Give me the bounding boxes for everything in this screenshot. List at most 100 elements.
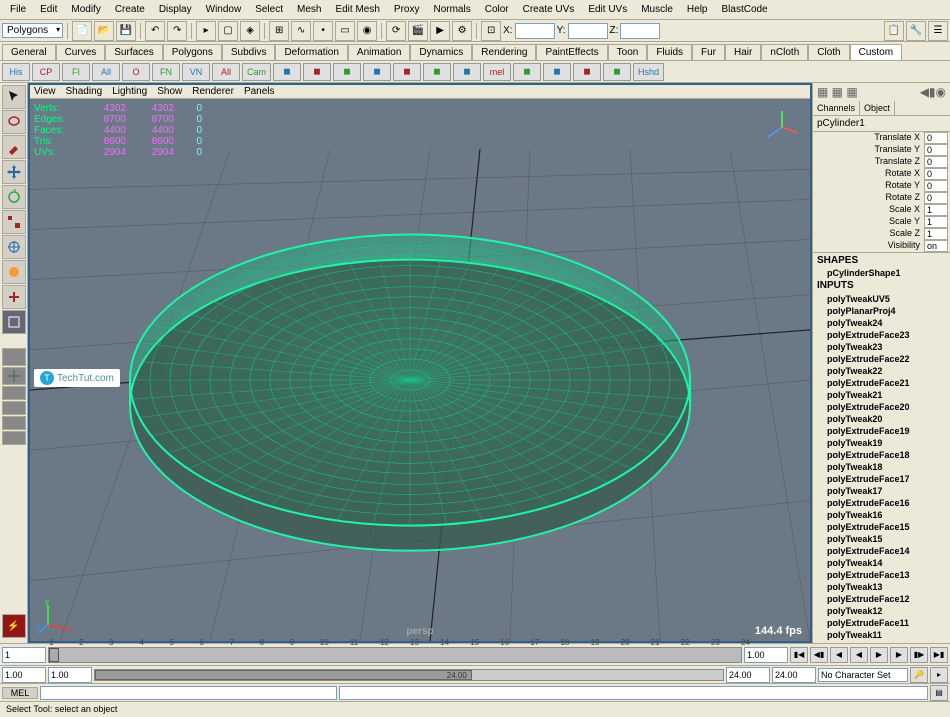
shelf-button-5[interactable]: FN — [152, 63, 180, 81]
menu-muscle[interactable]: Muscle — [635, 2, 679, 17]
attr-scale-y[interactable]: Scale Y1 — [813, 216, 950, 228]
shelf-button-13[interactable]: ◼ — [393, 63, 421, 81]
shelf-tab-surfaces[interactable]: Surfaces — [105, 44, 162, 60]
coord-x-input[interactable] — [515, 23, 555, 39]
shelf-button-7[interactable]: All — [212, 63, 240, 81]
shelf-button-0[interactable]: His — [2, 63, 30, 81]
menu-select[interactable]: Select — [249, 2, 289, 17]
attr-translate-x[interactable]: Translate X0 — [813, 132, 950, 144]
input-node[interactable]: polyExtrudeFace17 — [827, 473, 950, 485]
channels-tab[interactable]: Channels — [813, 101, 860, 115]
shelf-tab-fluids[interactable]: Fluids — [647, 44, 692, 60]
tool-settings-toggle[interactable]: 🔧 — [906, 21, 926, 41]
vp-menu-show[interactable]: Show — [157, 86, 182, 97]
shelf-button-8[interactable]: Cam — [242, 63, 271, 81]
range-thumb[interactable]: 24.00 — [95, 670, 472, 680]
history-button[interactable]: ⟳ — [386, 21, 406, 41]
shelf-button-21[interactable]: Hshd — [633, 63, 664, 81]
menu-normals[interactable]: Normals — [427, 2, 476, 17]
shelf-button-10[interactable]: ◼ — [303, 63, 331, 81]
snap-live-button[interactable]: ◉ — [357, 21, 377, 41]
shelf-button-4[interactable]: O — [122, 63, 150, 81]
shelf-tab-ncloth[interactable]: nCloth — [761, 44, 808, 60]
last-tool[interactable] — [2, 310, 26, 334]
select-object-button[interactable]: ▢ — [218, 21, 238, 41]
character-set-dropdown[interactable] — [818, 668, 908, 682]
shelf-button-20[interactable]: ◼ — [603, 63, 631, 81]
input-node[interactable]: polyExtrudeFace21 — [827, 377, 950, 389]
range-start-inner[interactable] — [48, 667, 92, 683]
script-editor-button[interactable]: ▤ — [930, 685, 948, 701]
input-node[interactable]: polyTweak15 — [827, 533, 950, 545]
input-node[interactable]: polyTweak20 — [827, 413, 950, 425]
object-tab[interactable]: Object — [860, 101, 895, 115]
input-node[interactable]: polyExtrudeFace19 — [827, 425, 950, 437]
timeline-track[interactable]: 123456789101112131415161718192021222324 — [48, 647, 742, 663]
shelf-tab-curves[interactable]: Curves — [56, 44, 106, 60]
new-scene-button[interactable]: 📄 — [72, 21, 92, 41]
object-name[interactable]: pCylinder1 — [813, 116, 950, 132]
menu-mesh[interactable]: Mesh — [291, 2, 327, 17]
ipr-button[interactable]: ▶ — [430, 21, 450, 41]
tool-help-button[interactable]: ⚡ — [2, 614, 26, 638]
coord-z-input[interactable] — [620, 23, 660, 39]
move-tool[interactable] — [2, 160, 26, 184]
shelf-tab-painteffects[interactable]: PaintEffects — [536, 44, 607, 60]
input-node[interactable]: polyTweak12 — [827, 605, 950, 617]
command-input[interactable] — [40, 686, 337, 700]
layers-icon[interactable]: ▦ ▦ ▦ — [817, 85, 858, 99]
input-node[interactable]: polyTweak22 — [827, 365, 950, 377]
input-node[interactable]: polyTweak17 — [827, 485, 950, 497]
outline-layout[interactable] — [2, 431, 26, 445]
coord-y-input[interactable] — [568, 23, 608, 39]
input-node[interactable]: polyExtrudeFace22 — [827, 353, 950, 365]
attribute-editor-toggle[interactable]: 📋 — [884, 21, 904, 41]
attr-translate-z[interactable]: Translate Z0 — [813, 156, 950, 168]
attr-rotate-x[interactable]: Rotate X0 — [813, 168, 950, 180]
go-end-button[interactable]: ▶▮ — [930, 647, 948, 663]
step-fwd-button[interactable]: ▮▶ — [910, 647, 928, 663]
input-node[interactable]: polyExtrudeFace10 — [827, 641, 950, 643]
menu-blastcode[interactable]: BlastCode — [715, 2, 773, 17]
rotate-tool[interactable] — [2, 185, 26, 209]
menu-file[interactable]: File — [4, 2, 32, 17]
input-node[interactable]: polyTweakUV5 — [827, 293, 950, 305]
input-node[interactable]: polyTweak13 — [827, 581, 950, 593]
shelf-button-12[interactable]: ◼ — [363, 63, 391, 81]
vp-menu-shading[interactable]: Shading — [66, 86, 103, 97]
editor-icons[interactable]: ◀▮◉ — [920, 85, 946, 99]
shelf-tab-general[interactable]: General — [2, 44, 56, 60]
open-button[interactable]: 📂 — [94, 21, 114, 41]
universal-manip-tool[interactable] — [2, 235, 26, 259]
paint-select-tool[interactable] — [2, 135, 26, 159]
input-node[interactable]: polyTweak18 — [827, 461, 950, 473]
show-manip-tool[interactable] — [2, 285, 26, 309]
input-node[interactable]: polyExtrudeFace15 — [827, 521, 950, 533]
input-node[interactable]: polyTweak23 — [827, 341, 950, 353]
input-node[interactable]: polyExtrudeFace16 — [827, 497, 950, 509]
input-node[interactable]: polyTweak16 — [827, 509, 950, 521]
input-node[interactable]: polyTweak19 — [827, 437, 950, 449]
input-node[interactable]: polyPlanarProj4 — [827, 305, 950, 317]
menu-create[interactable]: Create — [109, 2, 151, 17]
viewport[interactable]: Verts:430243020Edges:870087000Faces:4400… — [30, 99, 810, 641]
autokey-button[interactable]: 🔑 — [910, 667, 928, 683]
play-back-button[interactable]: ◀ — [850, 647, 868, 663]
shelf-tab-animation[interactable]: Animation — [348, 44, 410, 60]
shelf-tab-cloth[interactable]: Cloth — [808, 44, 849, 60]
shelf-button-9[interactable]: ◼ — [273, 63, 301, 81]
three-pane-layout[interactable] — [2, 416, 26, 430]
range-slider[interactable]: 24.00 🔑 ▸ — [0, 665, 950, 683]
attr-rotate-y[interactable]: Rotate Y0 — [813, 180, 950, 192]
shelf-button-14[interactable]: ◼ — [423, 63, 451, 81]
vp-menu-lighting[interactable]: Lighting — [112, 86, 147, 97]
shelf-button-16[interactable]: mel — [483, 63, 511, 81]
vp-menu-panels[interactable]: Panels — [244, 86, 275, 97]
channel-box-toggle[interactable]: ☰ — [928, 21, 948, 41]
snap-curve-button[interactable]: ∿ — [291, 21, 311, 41]
time-slider[interactable]: 123456789101112131415161718192021222324 … — [0, 643, 950, 665]
input-node[interactable]: polyExtrudeFace12 — [827, 593, 950, 605]
shelf-tab-custom[interactable]: Custom — [850, 44, 902, 60]
go-start-button[interactable]: ▮◀ — [790, 647, 808, 663]
snap-point-button[interactable]: • — [313, 21, 333, 41]
